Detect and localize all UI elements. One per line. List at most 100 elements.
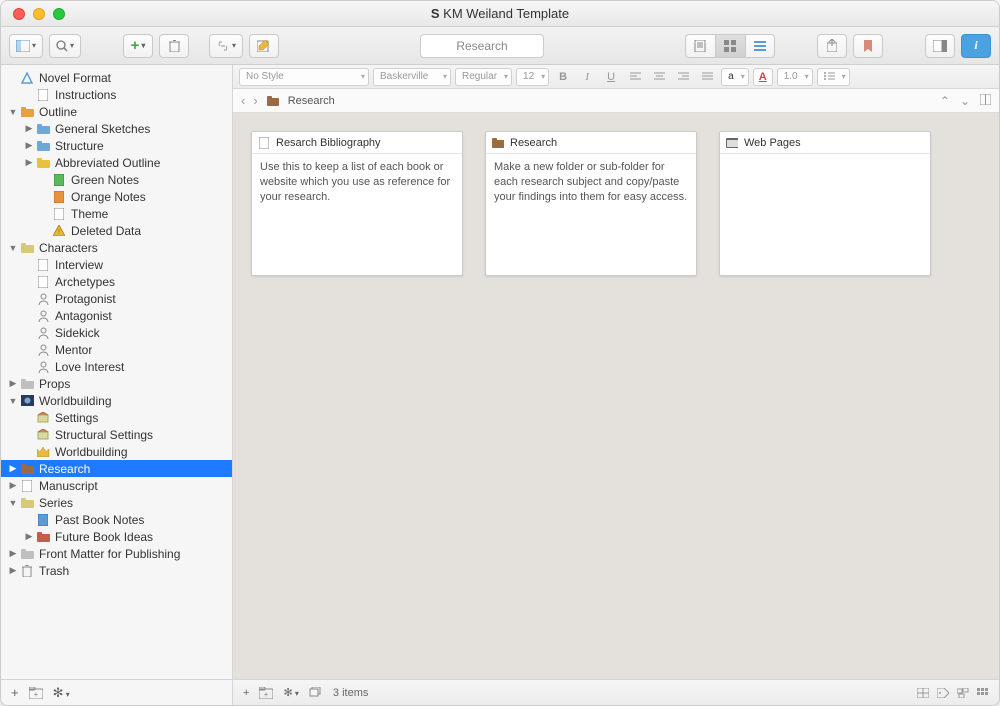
folder-blue-icon [35, 122, 51, 136]
nav-back-button[interactable]: ‹ [241, 93, 245, 108]
disclosure-triangle-icon[interactable]: ▶ [23, 123, 35, 134]
disclosure-triangle-icon[interactable]: ▼ [7, 498, 19, 508]
footer-gear-button[interactable]: ✻ ▾ [283, 686, 298, 699]
text-color-select[interactable]: a [721, 68, 749, 86]
card-synopsis[interactable]: Make a new folder or sub-folder for each… [486, 154, 696, 275]
binder-row[interactable]: ▶Props [1, 375, 232, 392]
underline-button[interactable]: U [601, 68, 621, 86]
binder-row[interactable]: ▶Research [1, 460, 232, 477]
binder-row[interactable]: Love Interest [1, 358, 232, 375]
binder-row[interactable]: ▼Worldbuilding [1, 392, 232, 409]
disclosure-triangle-icon[interactable]: ▶ [7, 548, 19, 559]
corkboard[interactable]: Resarch BibliographyUse this to keep a l… [233, 113, 999, 679]
disclosure-triangle-icon[interactable]: ▶ [7, 463, 19, 474]
bookmark-button[interactable] [853, 34, 883, 58]
card-synopsis[interactable]: Use this to keep a list of each book or … [252, 154, 462, 275]
share-button[interactable] [817, 34, 847, 58]
disclosure-triangle-icon[interactable]: ▶ [23, 140, 35, 151]
binder-row[interactable]: ▼Series [1, 494, 232, 511]
disclosure-triangle-icon[interactable]: ▶ [23, 157, 35, 168]
title-search-field[interactable]: Research [420, 34, 543, 58]
disclosure-triangle-icon[interactable]: ▶ [7, 378, 19, 389]
expand-button[interactable]: ⌄ [960, 94, 970, 108]
binder-row[interactable]: ▶Front Matter for Publishing [1, 545, 232, 562]
binder-row[interactable]: Theme [1, 205, 232, 222]
index-card[interactable]: ResearchMake a new folder or sub-folder … [485, 131, 697, 276]
disclosure-triangle-icon[interactable]: ▶ [7, 480, 19, 491]
footer-add-button[interactable]: + [243, 687, 249, 699]
align-left-button[interactable] [625, 68, 645, 86]
add-folder-button[interactable]: + [29, 687, 43, 699]
binder-row[interactable]: Novel Format [1, 69, 232, 86]
footer-freeform-button[interactable] [957, 688, 969, 698]
disclosure-triangle-icon[interactable]: ▼ [7, 396, 19, 406]
trash-button[interactable] [159, 34, 189, 58]
weight-select[interactable]: Regular [455, 68, 512, 86]
svg-text:+: + [264, 690, 269, 699]
binder-row[interactable]: Protagonist [1, 290, 232, 307]
italic-button[interactable]: I [577, 68, 597, 86]
index-card[interactable]: Resarch BibliographyUse this to keep a l… [251, 131, 463, 276]
binder-row[interactable]: Antagonist [1, 307, 232, 324]
binder-row[interactable]: Sidekick [1, 324, 232, 341]
style-select[interactable]: No Style [239, 68, 369, 86]
index-card[interactable]: Web Pages [719, 131, 931, 276]
align-right-button[interactable] [673, 68, 693, 86]
align-center-button[interactable] [649, 68, 669, 86]
collapse-button[interactable]: ⌃ [940, 94, 950, 108]
binder-row[interactable]: !Deleted Data [1, 222, 232, 239]
font-select[interactable]: Baskerville [373, 68, 451, 86]
bold-button[interactable]: B [553, 68, 573, 86]
binder-row[interactable]: ▶Manuscript [1, 477, 232, 494]
size-select[interactable]: 12 [516, 68, 549, 86]
split-button[interactable] [980, 94, 991, 108]
card-synopsis[interactable] [720, 154, 930, 275]
disclosure-triangle-icon[interactable]: ▼ [7, 107, 19, 117]
highlight-button[interactable]: A [753, 68, 773, 86]
binder-row[interactable]: ▼Characters [1, 239, 232, 256]
disclosure-triangle-icon[interactable]: ▶ [7, 565, 19, 576]
binder-row[interactable]: ▶Future Book Ideas [1, 528, 232, 545]
binder-row[interactable]: Settings [1, 409, 232, 426]
binder-row[interactable]: Mentor [1, 341, 232, 358]
line-spacing-select[interactable]: 1.0 [777, 68, 813, 86]
inspector-button[interactable] [925, 34, 955, 58]
compose-button[interactable] [249, 34, 279, 58]
binder-row[interactable]: Orange Notes [1, 188, 232, 205]
disclosure-triangle-icon[interactable]: ▼ [7, 243, 19, 253]
binder-row[interactable]: ▶General Sketches [1, 120, 232, 137]
view-mode-doc[interactable] [685, 34, 715, 58]
footer-tag-button[interactable] [937, 688, 949, 698]
add-button[interactable]: +▾ [123, 34, 153, 58]
breadcrumb-location[interactable]: Research [288, 95, 335, 107]
footer-add-folder-button[interactable]: + [259, 687, 273, 699]
view-button[interactable]: ▾ [9, 34, 43, 58]
footer-arrange-button[interactable] [977, 688, 989, 698]
editor-area: No Style Baskerville Regular 12 B I U a … [233, 65, 999, 705]
binder-row[interactable]: Worldbuilding [1, 443, 232, 460]
binder-row[interactable]: ▶Abbreviated Outline [1, 154, 232, 171]
binder-row[interactable]: ▶Trash [1, 562, 232, 579]
binder-row[interactable]: Past Book Notes [1, 511, 232, 528]
align-justify-button[interactable] [697, 68, 717, 86]
binder-row[interactable]: Archetypes [1, 273, 232, 290]
binder-tree[interactable]: Novel FormatInstructions▼Outline▶General… [1, 65, 232, 679]
view-mode-cork[interactable] [715, 34, 745, 58]
binder-row[interactable]: ▼Outline [1, 103, 232, 120]
add-item-button[interactable]: + [11, 685, 19, 700]
binder-row[interactable]: Interview [1, 256, 232, 273]
search-button[interactable]: ▾ [49, 34, 81, 58]
gear-menu-button[interactable]: ✻ ▾ [53, 685, 70, 701]
binder-row[interactable]: Structural Settings [1, 426, 232, 443]
link-button[interactable]: ▾ [209, 34, 243, 58]
view-mode-outline[interactable] [745, 34, 775, 58]
nav-forward-button[interactable]: › [253, 93, 257, 108]
disclosure-triangle-icon[interactable]: ▶ [23, 531, 35, 542]
footer-grid-button[interactable] [917, 688, 929, 698]
binder-row[interactable]: Instructions [1, 86, 232, 103]
binder-row[interactable]: Green Notes [1, 171, 232, 188]
list-select[interactable] [817, 68, 850, 86]
info-button[interactable]: i [961, 34, 991, 58]
binder-row[interactable]: ▶Structure [1, 137, 232, 154]
footer-stack-button[interactable] [309, 687, 323, 698]
